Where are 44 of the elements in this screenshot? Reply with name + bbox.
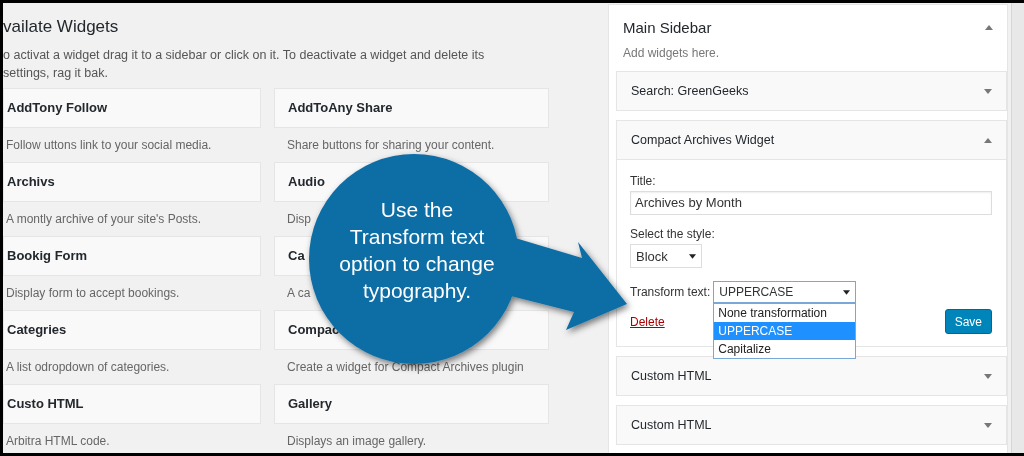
widget-description: Display form to accept bookings. (5, 285, 180, 302)
widget-item[interactable]: Categries (3, 310, 261, 350)
collapse-icon[interactable] (985, 25, 993, 30)
sidebar-description: Add widgets here. (622, 45, 721, 60)
caret-icon[interactable] (689, 253, 696, 259)
collapse-icon[interactable] (984, 137, 992, 143)
field-label: Select the style: (630, 226, 716, 242)
widget-item[interactable]: AddTony Follow (3, 88, 261, 128)
instructions-text: o activat a widget drag it to a sidebar or click on it. To deactivate a widget and delete its settings, rag it bak. (3, 47, 486, 82)
widget-item[interactable]: AddToAny Share (274, 88, 549, 128)
transform-dropdown[interactable]: UPPERCASE (713, 281, 857, 303)
delete-link[interactable]: Delete (630, 314, 665, 329)
widget-item[interactable]: Gallery (274, 384, 549, 424)
widget-description: A list odropdown of categories. (5, 359, 170, 376)
expand-icon[interactable] (984, 373, 992, 379)
expand-icon[interactable] (984, 422, 992, 428)
widget-description: Arbitra HTML code. (5, 433, 110, 450)
widget-description: A ca (286, 285, 311, 302)
dropdown-option[interactable]: None transformation (714, 304, 856, 322)
callout-tooltip-text: Use the Transform text option to change typography. (338, 197, 496, 304)
widget-description: Follow uttons link to your social media. (5, 137, 212, 154)
widget-description: Share buttons for sharing your content. (286, 137, 495, 154)
dropdown-option[interactable]: Capitalize (714, 340, 856, 358)
save-button[interactable]: Save (944, 309, 992, 334)
field-label: Transform text: (630, 284, 711, 301)
widget-item[interactable]: Bookig Form (3, 236, 261, 276)
caret-icon[interactable] (843, 289, 851, 295)
widget-description: Displays an image gallery. (286, 433, 427, 450)
scrollbar[interactable] (1011, 3, 1024, 453)
expand-icon[interactable] (984, 88, 992, 94)
widget-item[interactable]: Custo HTML (3, 384, 261, 424)
widget-title[interactable]: Search: GreenGeeks (631, 84, 749, 98)
section-title: vailate Widgets (3, 16, 120, 38)
widget-description: A montly archive of your site's Posts. (5, 211, 202, 228)
field-label: Title: (630, 173, 657, 189)
sidebar-title: Main Sidebar (623, 19, 712, 36)
widget-description: Disp (286, 211, 311, 228)
style-dropdown[interactable]: Block (630, 244, 702, 268)
widget-item[interactable]: Archivs (3, 162, 261, 202)
widget-title[interactable]: Custom HTML (631, 369, 712, 383)
title-field[interactable]: Archives by Month (630, 191, 992, 215)
widget-description: Create a widget for Compact Archives plugin (286, 359, 524, 376)
widget-title[interactable]: Custom HTML (631, 418, 712, 432)
widget-title[interactable]: Compact Archives Widget (631, 133, 775, 147)
